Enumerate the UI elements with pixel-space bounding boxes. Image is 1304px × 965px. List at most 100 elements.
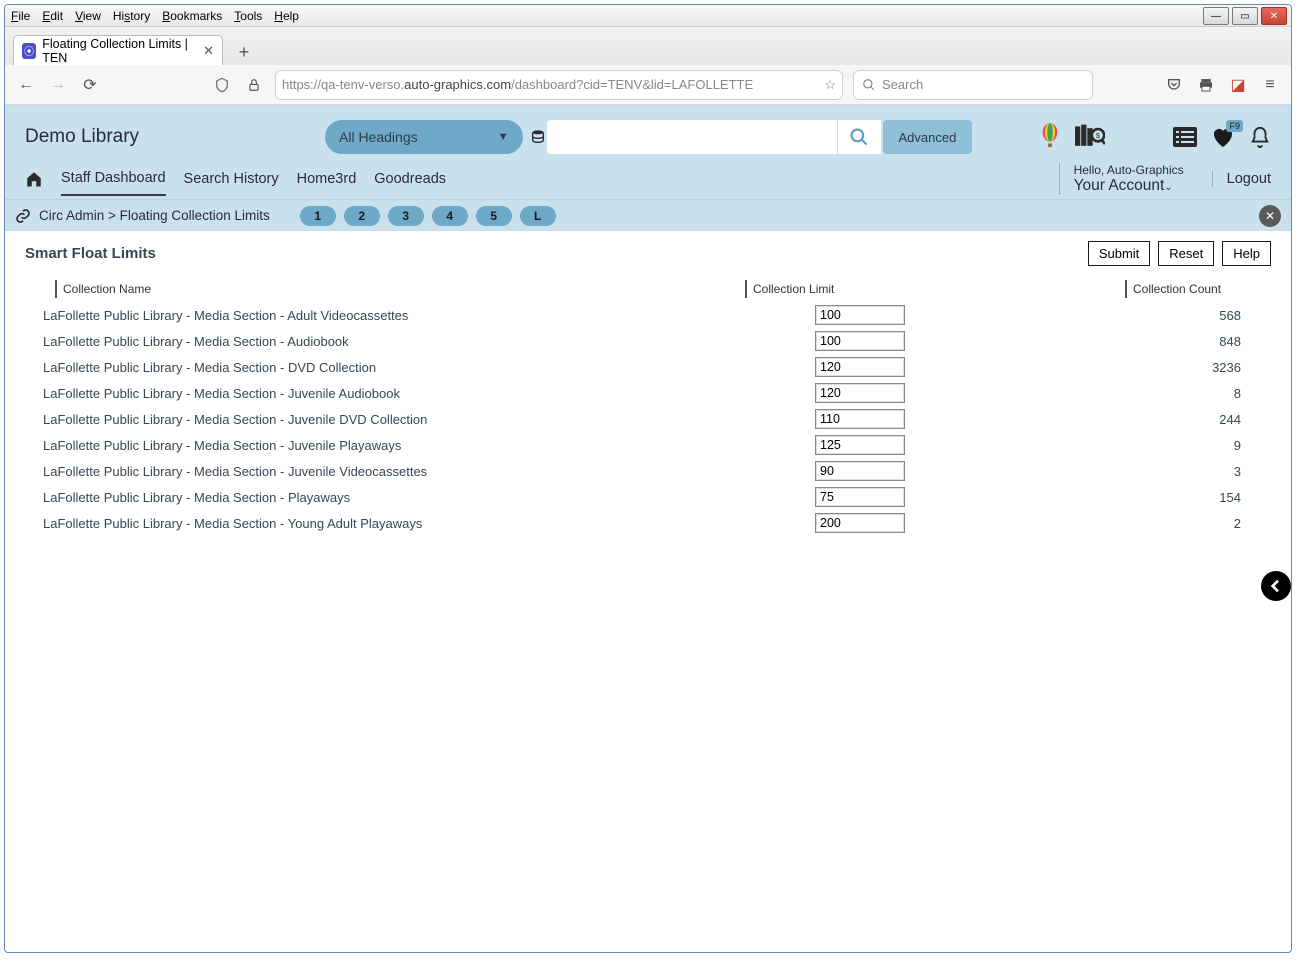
breadcrumb-bar: Circ Admin > Floating Collection Limits …	[5, 199, 1291, 231]
submit-button[interactable]: Submit	[1088, 241, 1150, 266]
reset-button[interactable]: Reset	[1158, 241, 1214, 266]
cell-count: 244	[1105, 412, 1271, 427]
tab-title: Floating Collection Limits | TEN	[42, 37, 197, 65]
nav-home3rd[interactable]: Home3rd	[297, 163, 357, 195]
url-bar[interactable]: https://qa-tenv-verso.auto-graphics.com/…	[275, 70, 843, 100]
table-row: LaFollette Public Library - Media Sectio…	[25, 380, 1271, 406]
col-limit-header: Collection Limit	[745, 280, 1117, 298]
collection-limit-input[interactable]	[815, 357, 905, 377]
print-icon[interactable]	[1195, 74, 1217, 96]
pocket-icon[interactable]	[1163, 74, 1185, 96]
new-tab-button[interactable]: +	[231, 39, 257, 65]
browser-search[interactable]: Search	[853, 70, 1093, 100]
menu-edit[interactable]: Edit	[42, 9, 63, 23]
nav-staff-dashboard[interactable]: Staff Dashboard	[61, 162, 166, 196]
cell-count: 3236	[1105, 360, 1271, 375]
page-title: Smart Float Limits	[25, 245, 156, 262]
pager-5[interactable]: 5	[476, 206, 512, 226]
cell-count: 568	[1105, 308, 1271, 323]
browser-tab[interactable]: ⦿ Floating Collection Limits | TEN ✕	[13, 35, 223, 65]
menu-view[interactable]: View	[75, 9, 101, 23]
database-icon[interactable]	[529, 128, 547, 146]
lock-icon[interactable]	[243, 74, 265, 96]
research-icon[interactable]: $	[1075, 124, 1105, 150]
chevron-down-icon: ▼	[498, 131, 509, 143]
collection-limit-input[interactable]	[815, 461, 905, 481]
pager-4[interactable]: 4	[432, 206, 468, 226]
breadcrumb: Circ Admin > Floating Collection Limits	[39, 208, 270, 223]
nav-forward-button[interactable]: →	[47, 74, 69, 96]
svg-text:$: $	[1096, 133, 1100, 140]
hamburger-menu-icon[interactable]: ≡	[1259, 74, 1281, 96]
help-button[interactable]: Help	[1222, 241, 1271, 266]
main-search-input[interactable]	[547, 120, 837, 154]
site-title: Demo Library	[25, 126, 325, 148]
balloon-icon[interactable]	[1039, 122, 1061, 152]
collection-limit-input[interactable]	[815, 409, 905, 429]
heading-dropdown[interactable]: All Headings ▼	[325, 120, 523, 154]
pager-1[interactable]: 1	[300, 206, 336, 226]
extension-icon[interactable]: ◪	[1227, 74, 1249, 96]
cell-count: 848	[1105, 334, 1271, 349]
favicon-icon: ⦿	[22, 43, 36, 59]
collection-limit-input[interactable]	[815, 487, 905, 507]
bell-icon[interactable]	[1249, 125, 1271, 149]
menu-file[interactable]: File	[11, 9, 30, 23]
grid: Collection Name Collection Limit Collect…	[25, 276, 1271, 536]
side-panel-toggle[interactable]	[1261, 571, 1291, 601]
app-header: Demo Library All Headings ▼ Advanced	[5, 105, 1291, 199]
chevron-down-icon: ⌄	[1164, 182, 1172, 193]
menu-history[interactable]: History	[113, 9, 150, 23]
cell-name: LaFollette Public Library - Media Sectio…	[25, 490, 815, 505]
home-icon[interactable]	[25, 170, 43, 188]
nav-search-history[interactable]: Search History	[184, 163, 279, 195]
shield-icon[interactable]	[211, 74, 233, 96]
table-row: LaFollette Public Library - Media Sectio…	[25, 432, 1271, 458]
window-maximize-button[interactable]: ▭	[1232, 7, 1258, 25]
cell-name: LaFollette Public Library - Media Sectio…	[25, 334, 815, 349]
link-icon	[15, 208, 31, 224]
cell-name: LaFollette Public Library - Media Sectio…	[25, 516, 815, 531]
collection-limit-input[interactable]	[815, 305, 905, 325]
pager-2[interactable]: 2	[344, 206, 380, 226]
panel-close-button[interactable]: ✕	[1259, 205, 1281, 227]
cell-name: LaFollette Public Library - Media Sectio…	[25, 360, 815, 375]
collection-limit-input[interactable]	[815, 513, 905, 533]
cell-count: 9	[1105, 438, 1271, 453]
pager-3[interactable]: 3	[388, 206, 424, 226]
col-name-header: Collection Name	[55, 280, 737, 298]
collection-limit-input[interactable]	[815, 435, 905, 455]
cell-count: 8	[1105, 386, 1271, 401]
favorites-badge: F9	[1226, 120, 1243, 132]
favorites-icon[interactable]: F9	[1211, 126, 1235, 148]
collection-limit-input[interactable]	[815, 383, 905, 403]
heading-label: All Headings	[339, 129, 418, 145]
table-row: LaFollette Public Library - Media Sectio…	[25, 458, 1271, 484]
col-count-header: Collection Count	[1125, 280, 1271, 298]
menu-bookmarks[interactable]: Bookmarks	[162, 9, 222, 23]
tabstrip: ⦿ Floating Collection Limits | TEN ✕ +	[5, 27, 1291, 65]
menu-tools[interactable]: Tools	[234, 9, 262, 23]
window-close-button[interactable]: ✕	[1261, 7, 1287, 25]
toolbar: ← → ⟳ https://qa-tenv-verso.auto-graphic…	[5, 65, 1291, 105]
list-icon[interactable]	[1173, 127, 1197, 147]
browser-menubar: File Edit View History Bookmarks Tools H…	[5, 5, 1291, 27]
collection-limit-input[interactable]	[815, 331, 905, 351]
cell-name: LaFollette Public Library - Media Sectio…	[25, 412, 815, 427]
your-account-dropdown[interactable]: Your Account⌄	[1074, 177, 1184, 195]
advanced-button[interactable]: Advanced	[883, 120, 973, 154]
nav-goodreads[interactable]: Goodreads	[374, 163, 446, 195]
cell-count: 2	[1105, 516, 1271, 531]
cell-name: LaFollette Public Library - Media Sectio…	[25, 386, 815, 401]
nav-back-button[interactable]: ←	[15, 74, 37, 96]
pager-last[interactable]: L	[520, 206, 556, 226]
search-button[interactable]	[837, 120, 881, 154]
star-icon[interactable]: ☆	[824, 77, 836, 93]
table-row: LaFollette Public Library - Media Sectio…	[25, 354, 1271, 380]
browser-search-placeholder: Search	[882, 77, 923, 92]
logout-link[interactable]: Logout	[1212, 171, 1271, 187]
nav-reload-button[interactable]: ⟳	[79, 74, 101, 96]
menu-help[interactable]: Help	[274, 9, 299, 23]
window-minimize-button[interactable]: —	[1203, 7, 1229, 25]
tab-close-icon[interactable]: ✕	[203, 43, 214, 59]
